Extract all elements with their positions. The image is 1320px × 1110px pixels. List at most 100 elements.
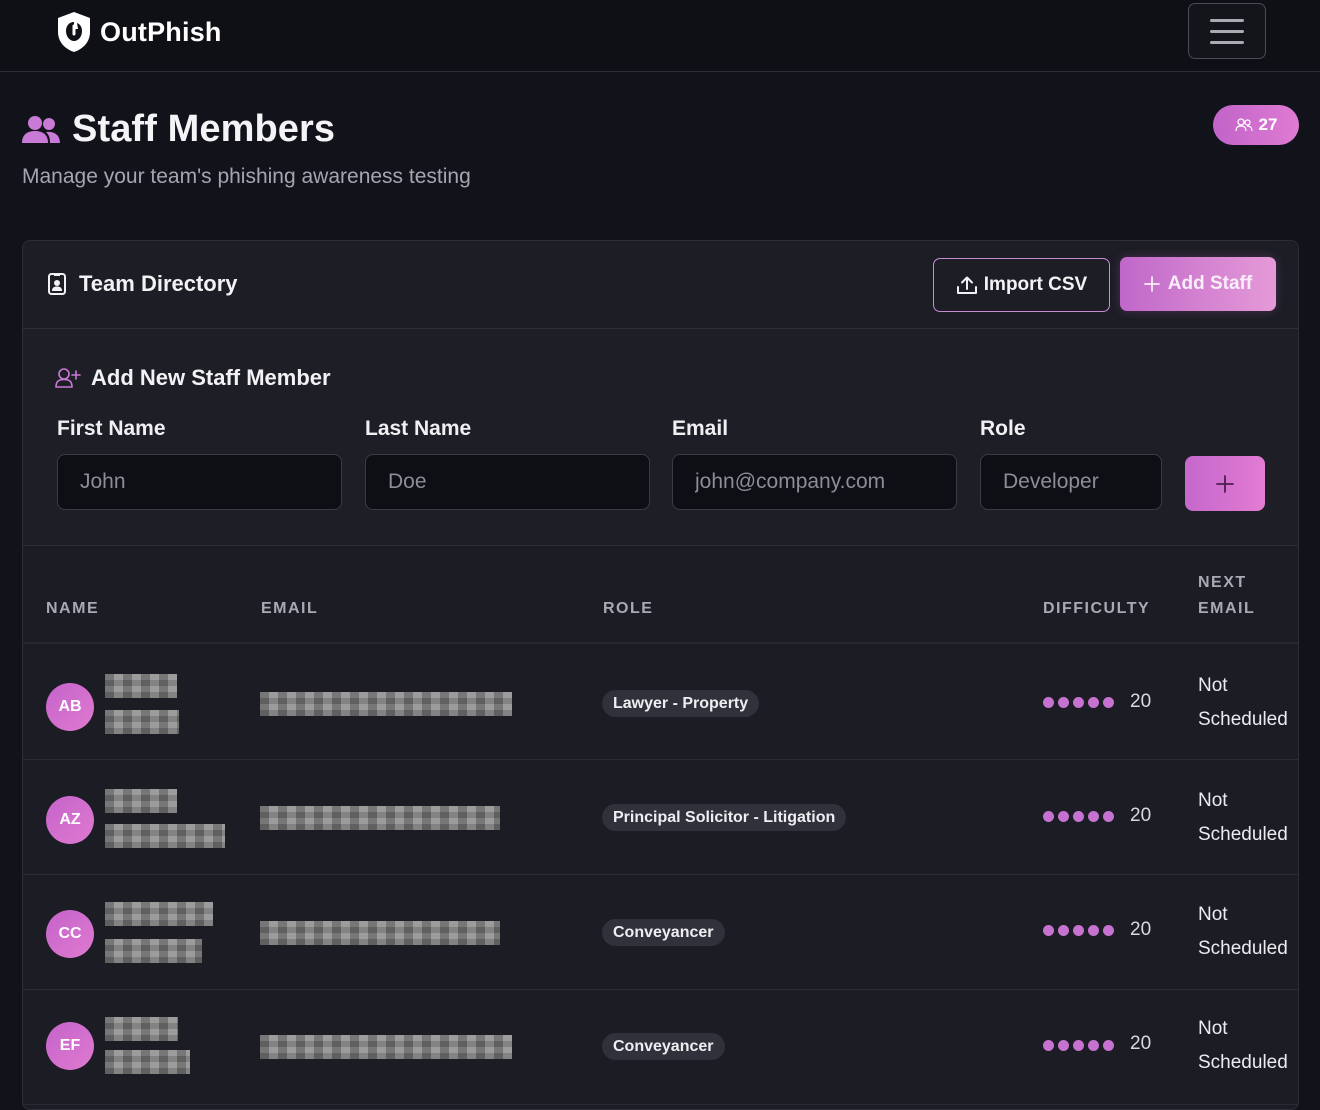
form-title: Add New Staff Member — [55, 365, 331, 391]
redacted-last-name — [105, 710, 179, 734]
redacted-last-name — [105, 939, 202, 963]
email-input[interactable] — [672, 454, 957, 510]
id-badge-icon — [48, 273, 66, 295]
role-label: Role — [980, 417, 1026, 440]
difficulty-dot — [1073, 1040, 1084, 1051]
redacted-first-name — [105, 674, 177, 698]
add-staff-button[interactable]: Add Staff — [1120, 257, 1276, 311]
menu-icon-bar — [1210, 18, 1244, 22]
redacted-first-name — [105, 902, 213, 926]
next-email-line-1: Not — [1198, 1018, 1228, 1039]
next-email-status: Not Scheduled — [1198, 669, 1288, 737]
difficulty-dot — [1088, 1040, 1099, 1051]
card-title-text: Team Directory — [79, 271, 238, 296]
redacted-email — [260, 921, 500, 945]
difficulty-dot — [1103, 811, 1114, 822]
avatar: EF — [46, 1022, 94, 1070]
difficulty-value: 20 — [1130, 805, 1152, 826]
next-email-status: Not Scheduled — [1198, 898, 1288, 966]
column-header-difficulty[interactable]: DIFFICULTY — [1043, 600, 1150, 618]
shield-logo-icon — [58, 12, 90, 52]
next-email-line-1: Not — [1198, 790, 1228, 811]
email-label: Email — [672, 417, 729, 440]
navbar: OutPhish — [0, 0, 1320, 72]
staff-count-badge: 27 — [1213, 105, 1299, 145]
next-email-line-2: Scheduled — [1198, 709, 1288, 730]
difficulty-dots — [1043, 811, 1114, 822]
difficulty-dot — [1043, 697, 1054, 708]
difficulty-dot — [1043, 1040, 1054, 1051]
redacted-email — [260, 1035, 512, 1059]
last-name-label: Last Name — [365, 417, 472, 440]
hamburger-menu-button[interactable] — [1188, 3, 1266, 59]
difficulty-dot — [1073, 697, 1084, 708]
page-subtitle: Manage your team's phishing awareness te… — [22, 165, 471, 188]
team-directory-card: Team Directory Import CSV Add Staff Add … — [22, 240, 1299, 1110]
plus-icon — [1216, 474, 1234, 493]
avatar: CC — [46, 910, 94, 958]
first-name-label: First Name — [57, 417, 166, 440]
column-header-role[interactable]: ROLE — [603, 600, 653, 618]
users-icon — [22, 115, 60, 143]
menu-icon-bar — [1210, 29, 1244, 33]
difficulty-dot — [1058, 925, 1069, 936]
difficulty-value: 20 — [1130, 691, 1152, 712]
table-header: NAME EMAIL ROLE DIFFICULTY NEXT EMAIL — [23, 546, 1298, 644]
difficulty-dot — [1103, 1040, 1114, 1051]
add-member-submit-button[interactable] — [1185, 456, 1265, 511]
add-staff-form: Add New Staff Member First Name Last Nam… — [23, 329, 1298, 546]
table-row[interactable]: EF Conveyancer 20 Not Scheduled — [23, 990, 1298, 1105]
table-row[interactable]: AZ Principal Solicitor - Litigation 20 N… — [23, 760, 1298, 875]
difficulty-dot — [1073, 925, 1084, 936]
role-badge: Principal Solicitor - Litigation — [602, 804, 847, 831]
column-header-email[interactable]: EMAIL — [261, 600, 318, 618]
difficulty-dot — [1073, 811, 1084, 822]
avatar: AZ — [46, 796, 94, 844]
user-plus-icon — [55, 368, 81, 388]
avatar: AB — [46, 683, 94, 731]
difficulty-dot — [1088, 811, 1099, 822]
table-row[interactable]: AB Lawyer - Property 20 Not Scheduled — [23, 645, 1298, 760]
difficulty-dot — [1103, 697, 1114, 708]
brand-logo-link[interactable]: OutPhish — [54, 10, 222, 54]
column-header-next-email[interactable]: EMAIL — [1198, 600, 1255, 618]
table-row[interactable]: CC Conveyancer 20 Not Scheduled — [23, 875, 1298, 990]
difficulty-value: 20 — [1130, 919, 1152, 940]
next-email-status: Not Scheduled — [1198, 1012, 1288, 1080]
difficulty-dots — [1043, 697, 1114, 708]
difficulty-dot — [1058, 811, 1069, 822]
redacted-last-name — [105, 824, 225, 848]
next-email-line-1: Not — [1198, 904, 1228, 925]
difficulty-value: 20 — [1130, 1033, 1152, 1054]
difficulty-dot — [1058, 1040, 1069, 1051]
brand-name: OutPhish — [100, 16, 222, 47]
next-email-line-2: Scheduled — [1198, 1052, 1288, 1073]
last-name-input[interactable] — [365, 454, 650, 510]
column-header-next[interactable]: NEXT — [1198, 574, 1247, 592]
difficulty-dot — [1088, 925, 1099, 936]
first-name-input[interactable] — [57, 454, 342, 510]
redacted-first-name — [105, 789, 177, 813]
column-header-name[interactable]: NAME — [46, 600, 99, 618]
redacted-email — [260, 806, 500, 830]
difficulty-dot — [1043, 925, 1054, 936]
page-title: Staff Members — [22, 108, 335, 151]
redacted-first-name — [105, 1017, 178, 1041]
card-header: Team Directory Import CSV Add Staff — [23, 241, 1298, 329]
difficulty-dot — [1058, 697, 1069, 708]
staff-count: 27 — [1258, 115, 1278, 134]
next-email-line-2: Scheduled — [1198, 938, 1288, 959]
page-title-text: Staff Members — [72, 108, 336, 150]
users-outline-icon — [1234, 118, 1253, 132]
import-csv-label: Import CSV — [983, 274, 1088, 295]
redacted-email — [260, 692, 512, 716]
role-input[interactable] — [980, 454, 1162, 510]
import-csv-button[interactable]: Import CSV — [933, 258, 1110, 312]
upload-icon — [956, 276, 977, 294]
form-title-text: Add New Staff Member — [91, 365, 331, 390]
difficulty-dots — [1043, 1040, 1114, 1051]
redacted-last-name — [105, 1050, 190, 1074]
next-email-status: Not Scheduled — [1198, 784, 1288, 852]
next-email-line-1: Not — [1198, 675, 1228, 696]
role-badge: Lawyer - Property — [602, 690, 760, 717]
